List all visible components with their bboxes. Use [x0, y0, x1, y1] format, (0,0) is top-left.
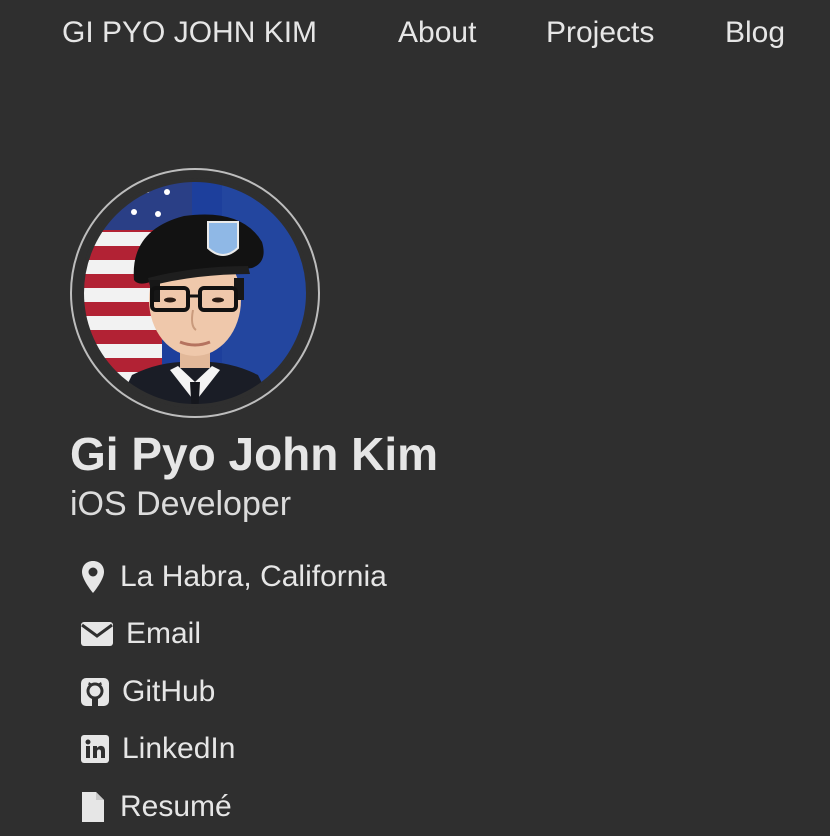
location-text: La Habra, California — [120, 559, 387, 593]
github-link[interactable]: GitHub — [122, 674, 215, 710]
list-item-location: La Habra, California — [80, 548, 387, 606]
list-item-resume[interactable]: Resumé — [80, 778, 387, 836]
linkedin-link[interactable]: LinkedIn — [122, 731, 235, 767]
email-link[interactable]: Email — [126, 616, 201, 652]
list-item-email[interactable]: Email — [80, 606, 387, 664]
github-icon — [80, 674, 122, 710]
profile-name: Gi Pyo John Kim — [70, 428, 439, 480]
profile-title: iOS Developer — [70, 485, 292, 523]
map-marker-icon — [80, 559, 116, 595]
envelope-icon — [80, 616, 126, 652]
list-item-github[interactable]: GitHub — [80, 663, 387, 721]
nav-link-about[interactable]: About — [398, 15, 476, 51]
linkedin-icon — [80, 731, 122, 767]
top-navigation: GI PYO JOHN KIM About Projects Blog — [0, 0, 830, 70]
site-brand-link[interactable]: GI PYO JOHN KIM — [62, 15, 317, 51]
file-icon — [80, 789, 120, 825]
nav-link-projects[interactable]: Projects — [546, 15, 654, 51]
list-item-linkedin[interactable]: LinkedIn — [80, 721, 387, 779]
contact-links-list: La Habra, California Email GitHub Linked… — [80, 548, 387, 836]
avatar — [70, 168, 320, 418]
resume-link[interactable]: Resumé — [120, 789, 232, 825]
nav-link-blog[interactable]: Blog — [725, 15, 785, 51]
profile-photo — [80, 178, 310, 408]
